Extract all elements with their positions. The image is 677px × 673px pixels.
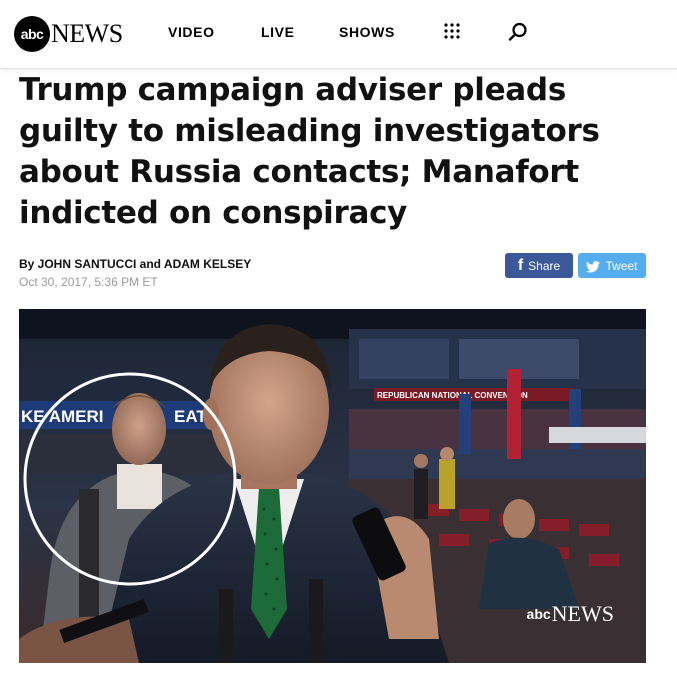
facebook-icon: f xyxy=(517,256,524,274)
search-icon[interactable] xyxy=(508,22,528,42)
article-lead-photo[interactable]: REPUBLICAN NATIONAL CONVENTION KE AMERI … xyxy=(19,309,646,663)
abc-news-logo[interactable]: abc NEWS xyxy=(14,16,123,52)
logo-news-word: NEWS xyxy=(51,19,123,48)
top-navigation-bar: abc NEWS VIDEO LIVE SHOWS xyxy=(0,0,677,69)
twitter-icon xyxy=(586,258,601,274)
nav-shows[interactable]: SHOWS xyxy=(339,24,395,40)
facebook-share-button[interactable]: f Share xyxy=(505,253,573,278)
photo-banner-left: KE AMERI xyxy=(21,407,104,426)
abc-news-watermark: abc NEWS xyxy=(527,601,614,627)
twitter-tweet-button[interactable]: Tweet xyxy=(578,253,646,278)
facebook-share-label: Share xyxy=(528,258,561,273)
watermark-abc: abc xyxy=(526,606,551,622)
photo-banner-right: REPUBLICAN NATIONAL CONVENTION xyxy=(377,391,528,400)
article-byline: By JOHN SANTUCCI and ADAM KELSEY xyxy=(19,257,252,271)
article-timestamp: Oct 30, 2017, 5:36 PM ET xyxy=(19,275,158,289)
nav-video[interactable]: VIDEO xyxy=(168,24,215,40)
watermark-news: NEWS xyxy=(551,601,614,626)
twitter-tweet-label: Tweet xyxy=(605,258,638,273)
article-headline: Trump campaign adviser pleads guilty to … xyxy=(19,72,600,231)
grid-icon[interactable] xyxy=(443,22,461,40)
nav-live[interactable]: LIVE xyxy=(261,24,295,40)
logo-abc-circle: abc xyxy=(14,16,50,52)
